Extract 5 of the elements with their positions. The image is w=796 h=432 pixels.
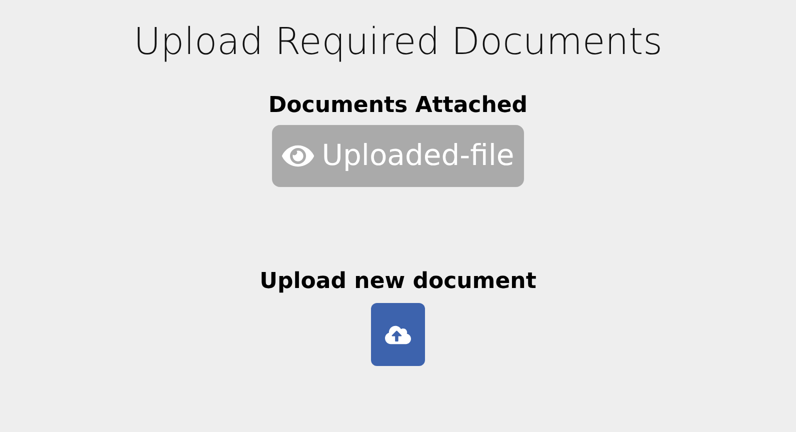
upload-button[interactable] (371, 303, 425, 366)
section-heading: Documents Attached (268, 92, 528, 120)
uploaded-file-button[interactable]: Uploaded-file (272, 125, 524, 187)
section-heading: Upload new document (260, 268, 536, 296)
page-title: Upload Required Documents (134, 19, 662, 65)
